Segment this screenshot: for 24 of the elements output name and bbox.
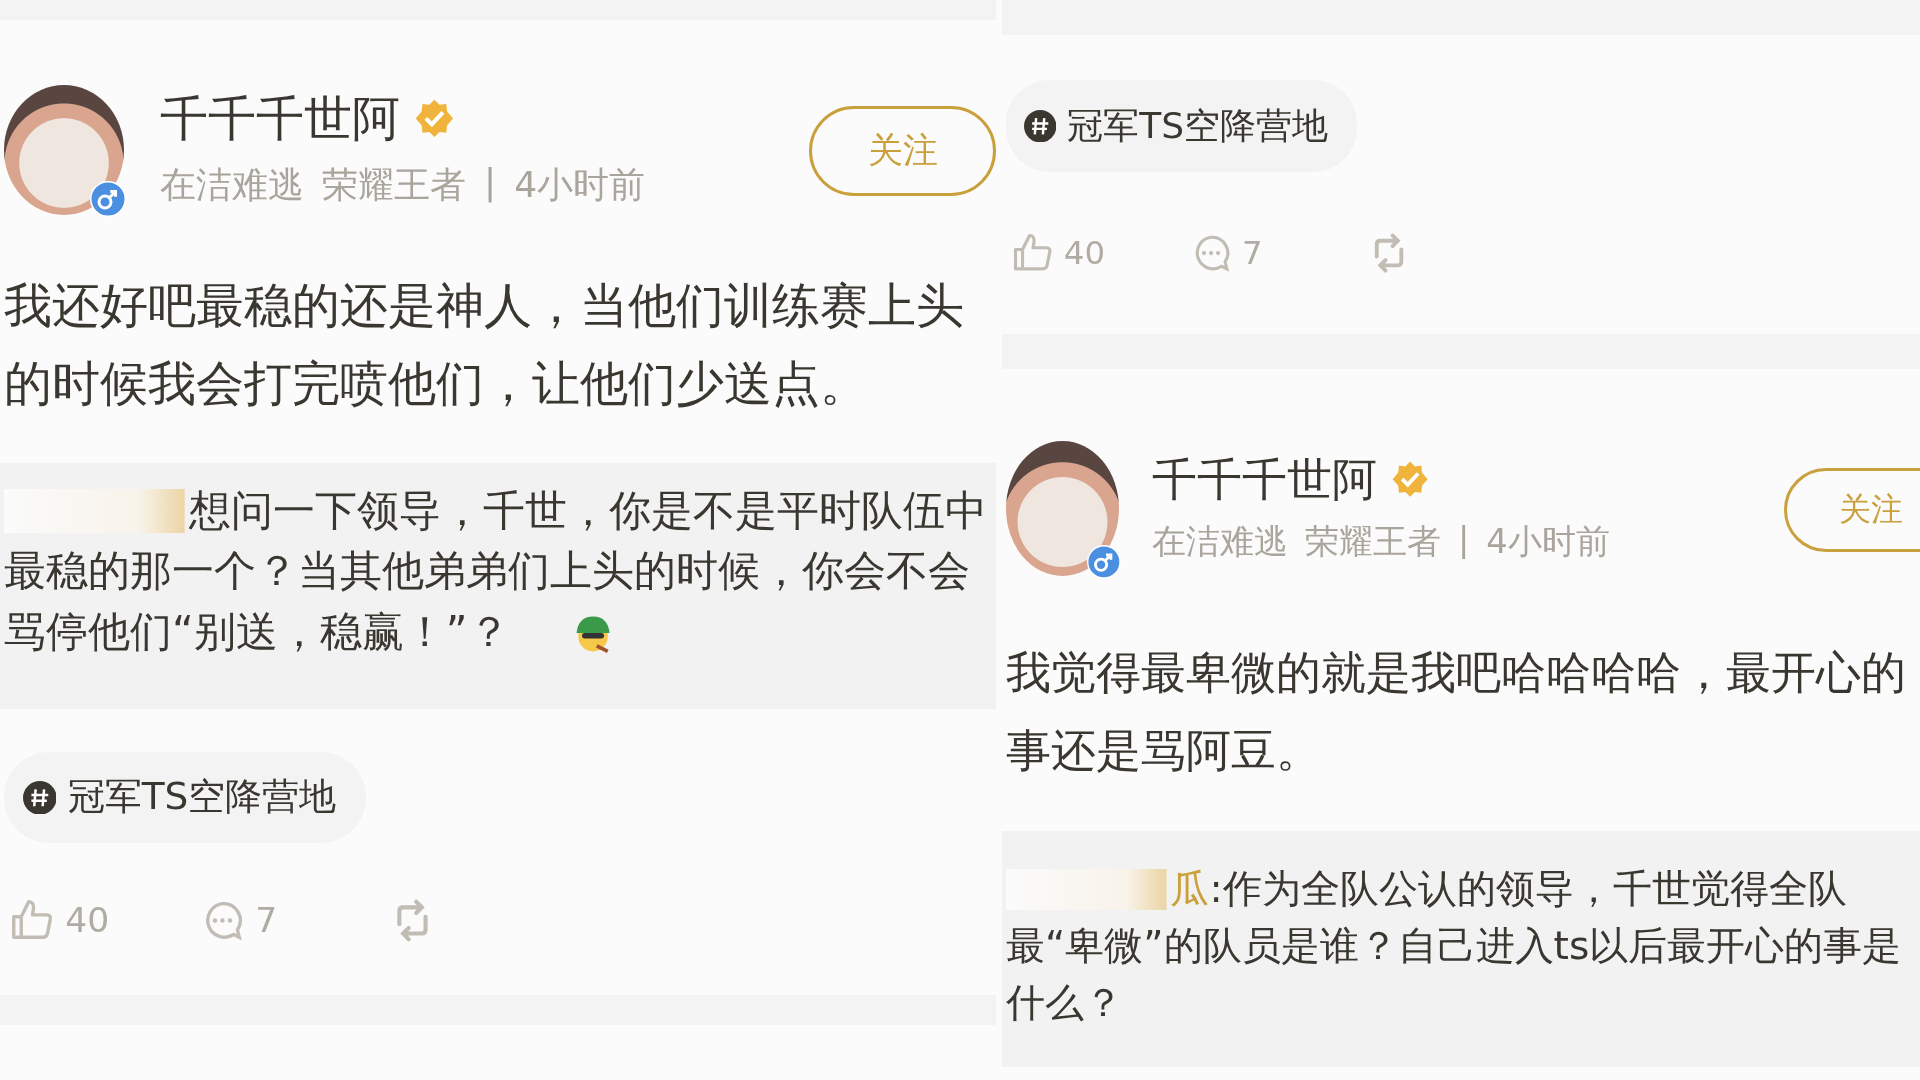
post-text: 我还好吧最稳的还是神人，当他们训练赛上头的时候我会打完喷他们，让他们少送点。 bbox=[4, 276, 965, 413]
like-count: 40 bbox=[65, 900, 110, 941]
topic-tag[interactable]: 冠军TS空降营地 bbox=[1006, 80, 1357, 173]
male-icon bbox=[90, 181, 127, 217]
like-count: 40 bbox=[1063, 234, 1106, 273]
topic-label: 冠军TS空降营地 bbox=[1067, 103, 1329, 148]
game-label: 在洁难逃 bbox=[1152, 521, 1289, 564]
separator: | bbox=[484, 161, 497, 205]
comment-count: 7 bbox=[255, 900, 278, 941]
hashtag-icon bbox=[22, 780, 57, 815]
topic-label: 冠军TS空降营地 bbox=[67, 773, 337, 821]
rank-label: 荣耀王者 bbox=[1305, 521, 1442, 564]
post-time: 4小时前 bbox=[514, 163, 646, 208]
rank-label: 荣耀王者 bbox=[322, 163, 466, 208]
game-label: 在洁难逃 bbox=[160, 163, 304, 208]
separator: | bbox=[1458, 520, 1470, 562]
topic-tag[interactable]: 冠军TS空降营地 bbox=[4, 751, 367, 843]
post-time: 4小时前 bbox=[1486, 521, 1610, 564]
hashtag-icon bbox=[1024, 109, 1057, 143]
male-icon bbox=[1087, 544, 1121, 579]
user-name[interactable]: 千千千世阿 bbox=[160, 91, 400, 145]
comment-count: 7 bbox=[1242, 234, 1263, 273]
user-name[interactable]: 千千千世阿 bbox=[1152, 454, 1378, 505]
post-text: 我觉得最卑微的就是我吧哈哈哈哈，最开心的事还是骂阿豆。 bbox=[1006, 644, 1907, 780]
